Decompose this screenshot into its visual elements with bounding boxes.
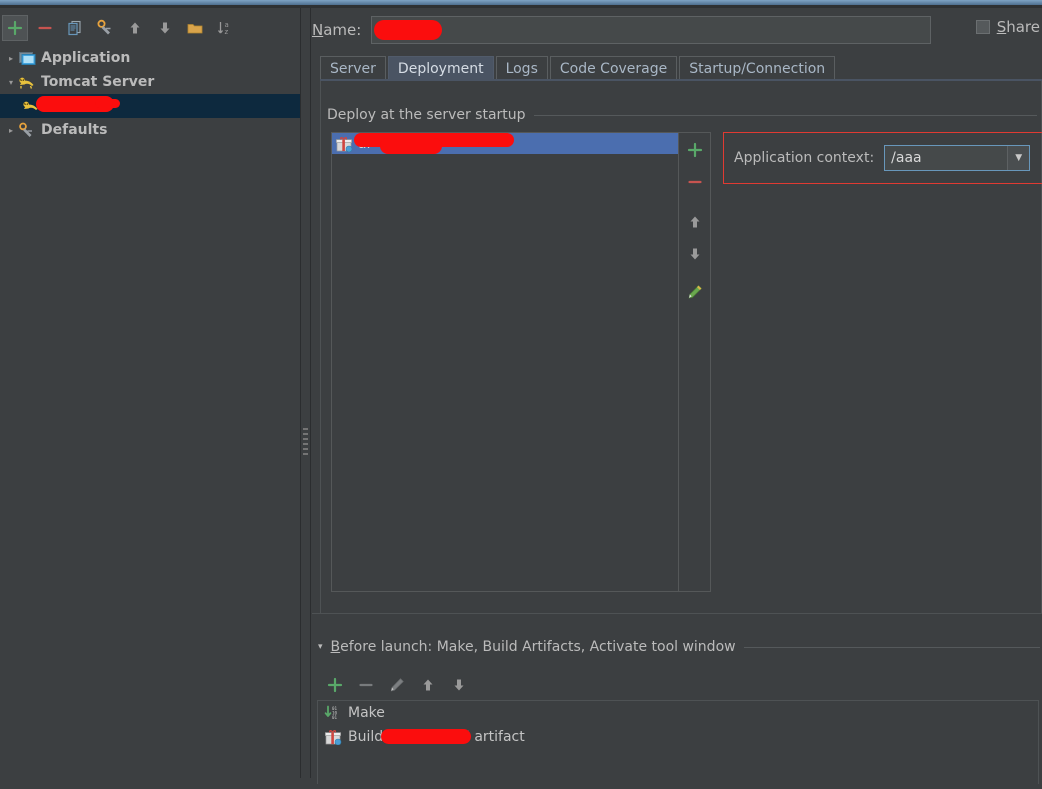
task-label: Make [348, 705, 385, 721]
section-divider [743, 646, 1040, 648]
tree-item-label: Defaults [41, 122, 108, 138]
name-input[interactable] [371, 16, 932, 44]
tab-code-coverage[interactable]: Code Coverage [549, 56, 678, 80]
deployment-artifacts-list[interactable]: ar [332, 133, 680, 591]
edit-defaults-wrench-button[interactable] [92, 15, 118, 41]
name-label: Name: [312, 21, 362, 39]
artifact-icon [323, 729, 343, 745]
before-launch-task-list[interactable]: 01 10 01 Make Build ' artifact [317, 700, 1039, 784]
chevron-down-icon[interactable]: ▾ [318, 642, 323, 652]
share-checkbox-group[interactable]: Share [975, 18, 1040, 36]
panel-splitter[interactable] [300, 8, 312, 778]
move-task-up-button[interactable] [415, 672, 441, 698]
chevron-down-icon[interactable]: ▾ [4, 78, 18, 87]
before-launch-section: ▾ Before launch: Make, Build Artifacts, … [312, 620, 1042, 786]
configuration-tabs[interactable]: Server Deployment Logs Code Coverage Sta… [320, 56, 836, 80]
tree-item-label: Application [41, 50, 131, 66]
tree-item-label: Tomcat Server [41, 74, 155, 90]
before-launch-toolbar [322, 672, 472, 698]
move-task-down-button[interactable] [446, 672, 472, 698]
splitter-grip-icon[interactable] [303, 428, 308, 458]
redacted-artifact-name-dot [457, 138, 479, 147]
redacted-artifact-name-blob [380, 138, 442, 154]
run-debug-configurations-dialog: a z ▸ Application ▾ Tomcat Server ▸ Defa… [0, 0, 1042, 789]
deploy-section-title: Deploy at the server startup [327, 107, 526, 123]
share-checkbox[interactable] [975, 20, 990, 34]
application-icon [18, 50, 36, 66]
configurations-toolbar: a z [0, 12, 300, 44]
remove-artifact-button[interactable] [682, 169, 708, 195]
move-artifact-up-button[interactable] [682, 209, 708, 235]
move-artifact-down-button[interactable] [682, 241, 708, 267]
configurations-tree[interactable]: ▸ Application ▾ Tomcat Server ▸ Defaults [0, 46, 300, 142]
copy-configuration-button[interactable] [62, 15, 88, 41]
before-launch-title: Before launch: Make, Build Artifacts, Ac… [330, 639, 736, 655]
content-separator [312, 613, 1042, 614]
edit-artifact-button[interactable] [682, 279, 708, 305]
tree-item-tomcat-server[interactable]: ▾ Tomcat Server [0, 70, 300, 94]
deploy-section-header: Deploy at the server startup [327, 107, 1037, 123]
edit-task-button[interactable] [384, 672, 410, 698]
configuration-editor-panel: Name: Share Server Deployment Logs Code … [312, 8, 1042, 784]
redacted-name-value [374, 20, 443, 40]
deployment-artifacts-area: ar [331, 132, 711, 592]
tree-item-defaults[interactable]: ▸ Defaults [0, 118, 300, 142]
application-context-value[interactable]: /aaa [885, 150, 1007, 166]
add-task-button[interactable] [322, 672, 348, 698]
tomcat-icon [18, 74, 36, 90]
deployment-tab-content: Deploy at the server startup Application… [320, 81, 1042, 613]
tab-startup-connection[interactable]: Startup/Connection [679, 56, 836, 80]
remove-configuration-button[interactable] [32, 15, 58, 41]
move-up-button[interactable] [122, 15, 148, 41]
artifact-actions-toolbar [679, 133, 710, 591]
section-divider [533, 114, 1037, 116]
list-item[interactable]: Build ' r exploded' artifact [318, 725, 1038, 749]
svg-text:01: 01 [332, 715, 338, 720]
create-folder-button[interactable] [182, 15, 208, 41]
application-context-label: Application context: [734, 150, 875, 166]
chevron-down-icon[interactable]: ▼ [1007, 146, 1030, 170]
application-context-combobox[interactable]: /aaa ▼ [884, 145, 1031, 171]
tree-item-application[interactable]: ▸ Application [0, 46, 300, 70]
chevron-right-icon[interactable]: ▸ [4, 126, 18, 135]
svg-text:z: z [225, 28, 229, 36]
configurations-panel: a z ▸ Application ▾ Tomcat Server ▸ Defa… [0, 8, 300, 778]
name-row: Name: [312, 14, 1042, 46]
tab-logs[interactable]: Logs [495, 56, 548, 80]
move-down-button[interactable] [152, 15, 178, 41]
add-configuration-button[interactable] [2, 15, 28, 41]
tab-deployment[interactable]: Deployment [387, 56, 494, 80]
redacted-configuration-name-tail [95, 99, 120, 108]
wrench-icon [18, 122, 36, 138]
add-artifact-button[interactable] [682, 137, 708, 163]
tab-server[interactable]: Server [320, 56, 386, 80]
redacted-artifact-name [381, 729, 471, 744]
list-item[interactable]: 01 10 01 Make [318, 701, 1038, 725]
before-launch-header[interactable]: ▾ Before launch: Make, Build Artifacts, … [318, 639, 1040, 655]
list-item[interactable]: ar [332, 133, 679, 154]
tree-item-selected-configuration[interactable] [0, 94, 300, 118]
chevron-right-icon[interactable]: ▸ [4, 54, 18, 63]
make-icon: 01 10 01 [323, 705, 343, 721]
share-label: Share [996, 18, 1040, 36]
sort-az-button[interactable]: a z [212, 15, 238, 41]
artifact-icon [335, 136, 353, 152]
remove-task-button[interactable] [353, 672, 379, 698]
application-context-group: Application context: /aaa ▼ [723, 132, 1042, 184]
